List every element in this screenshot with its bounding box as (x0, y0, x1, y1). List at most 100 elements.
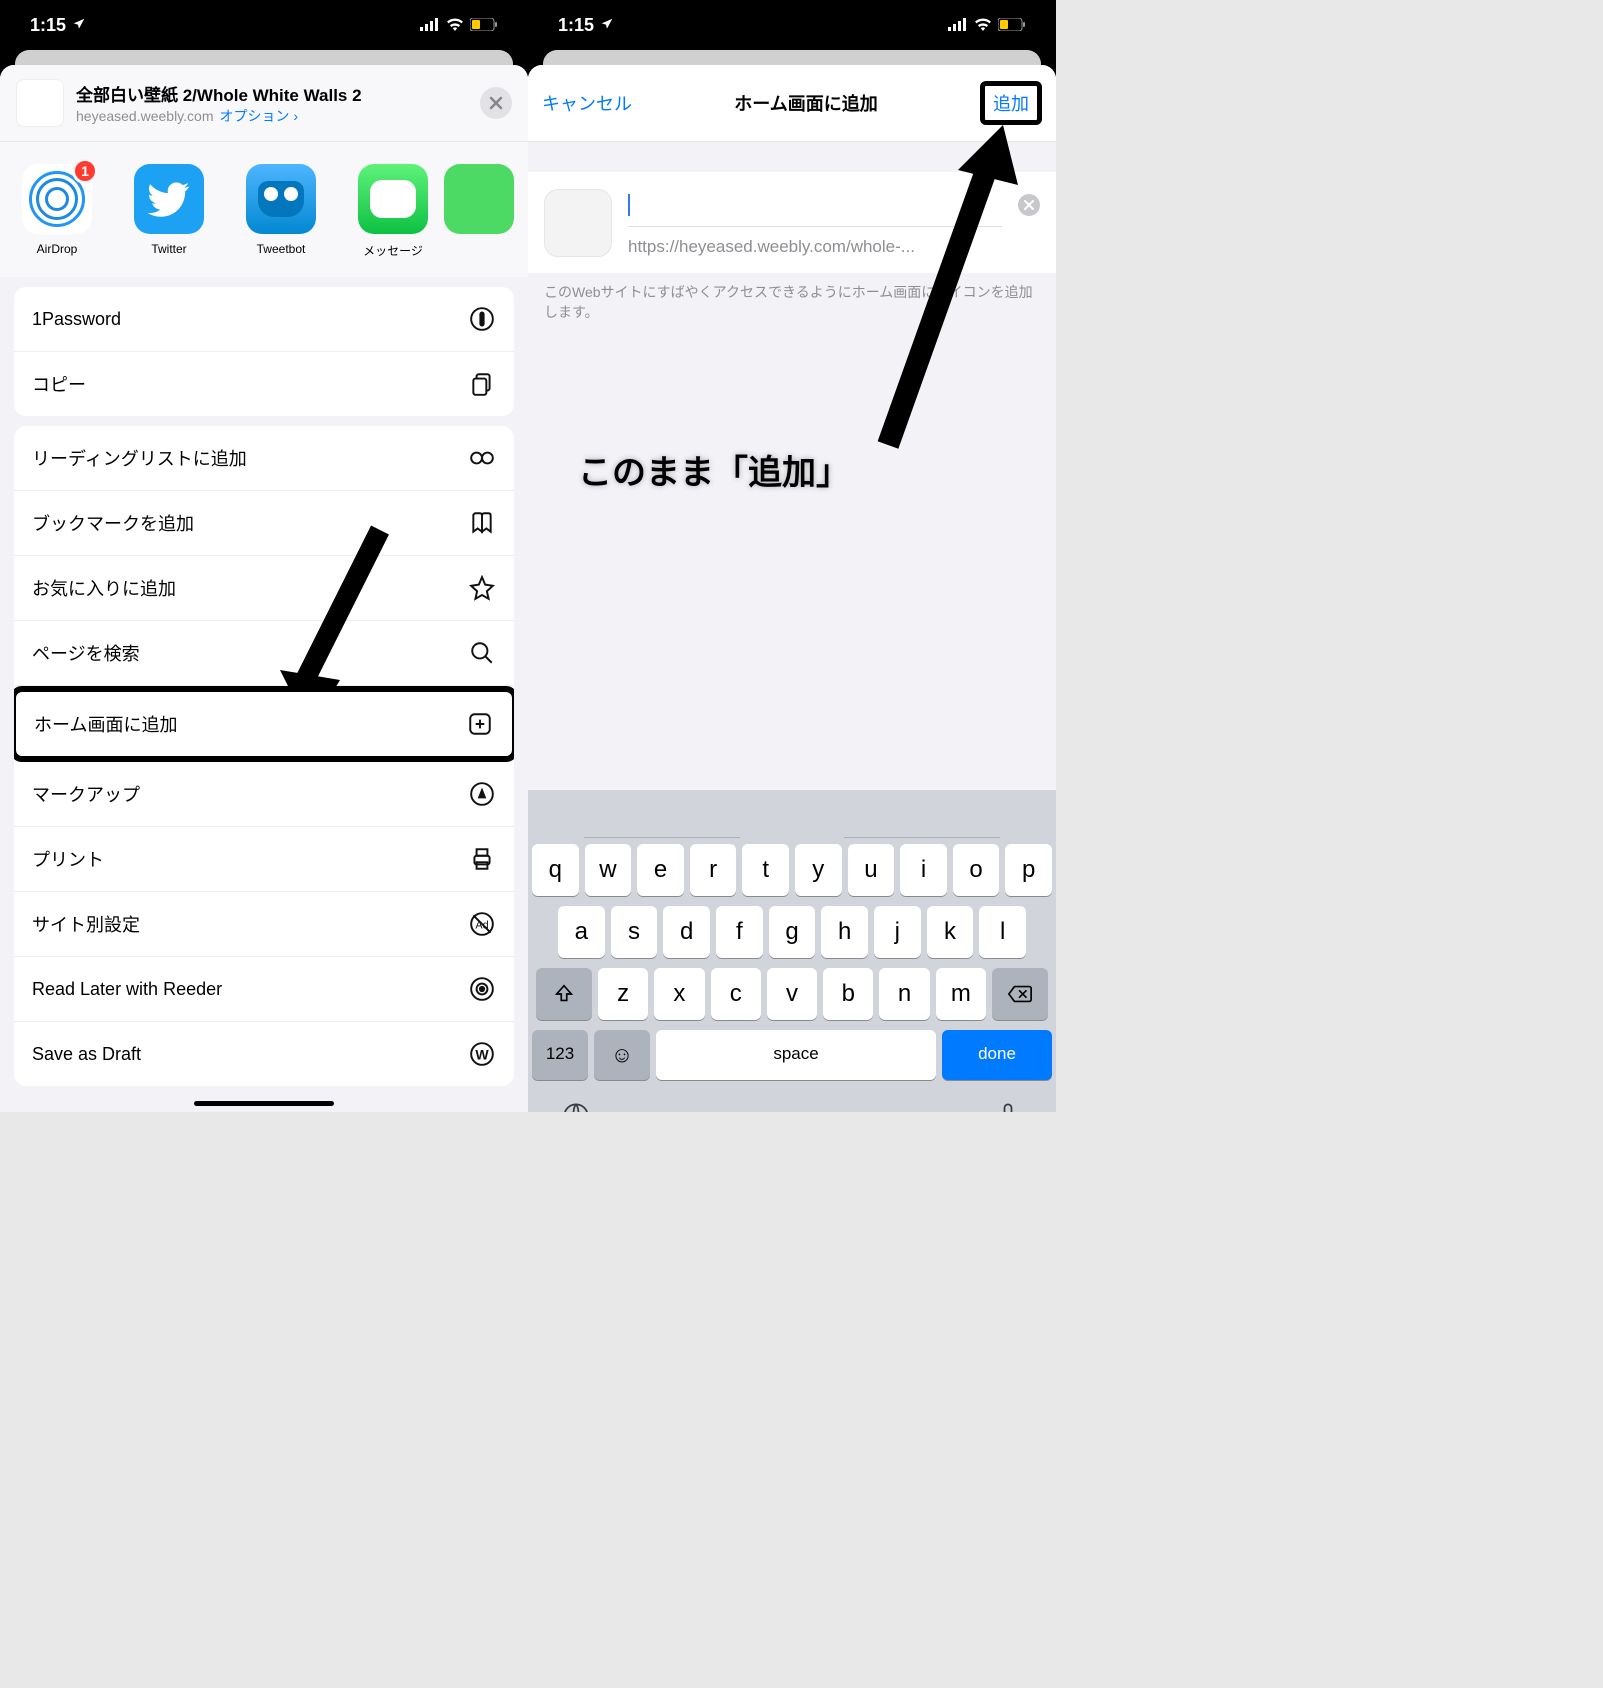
add-button[interactable]: 追加 (980, 81, 1042, 125)
share-options-link[interactable]: オプション › (219, 106, 298, 126)
key-r[interactable]: r (690, 844, 737, 896)
emoji-key[interactable]: ☺ (594, 1030, 650, 1080)
key-o[interactable]: o (953, 844, 1000, 896)
key-j[interactable]: j (874, 906, 921, 958)
share-subtitle: heyeased.weebly.com オプション › (76, 106, 480, 126)
wifi-icon (974, 15, 992, 36)
action-bookmark[interactable]: ブックマークを追加 (14, 491, 514, 556)
onepassword-icon (468, 305, 496, 333)
globe-key[interactable] (562, 1102, 590, 1112)
cellular-icon (948, 15, 968, 36)
key-v[interactable]: v (767, 968, 817, 1020)
action-read-later[interactable]: Read Later with Reeder (14, 957, 514, 1022)
action-find[interactable]: ページを検索 (14, 621, 514, 686)
key-y[interactable]: y (795, 844, 842, 896)
close-button[interactable] (480, 87, 512, 119)
action-add-to-home[interactable]: ホーム画面に追加 (14, 686, 514, 762)
app-peek[interactable] (444, 164, 464, 259)
key-q[interactable]: q (532, 844, 579, 896)
key-m[interactable]: m (936, 968, 986, 1020)
key-z[interactable]: z (598, 968, 648, 1020)
action-1password[interactable]: 1Password (14, 287, 514, 352)
markup-icon (468, 780, 496, 808)
key-k[interactable]: k (927, 906, 974, 958)
tweetbot-button[interactable]: Tweetbot (240, 164, 322, 259)
messages-label: メッセージ (352, 242, 434, 259)
action-label: Read Later with Reeder (32, 979, 222, 1000)
action-favorite[interactable]: お気に入りに追加 (14, 556, 514, 621)
settings-icon: Ad (468, 910, 496, 938)
action-save-draft[interactable]: Save as Draft W (14, 1022, 514, 1086)
status-bar: 1:15 (0, 0, 528, 45)
battery-icon (998, 15, 1026, 36)
cancel-button[interactable]: キャンセル (542, 90, 632, 116)
battery-icon (470, 15, 498, 36)
key-a[interactable]: a (558, 906, 605, 958)
svg-text:W: W (475, 1046, 489, 1062)
key-p[interactable]: p (1005, 844, 1052, 896)
share-apps-row: 1 AirDrop Twitter Tweetbot メッセージ (0, 142, 528, 277)
modal-title: ホーム画面に追加 (632, 90, 980, 116)
key-c[interactable]: c (711, 968, 761, 1020)
action-markup[interactable]: マークアップ (14, 762, 514, 827)
cellular-icon (420, 15, 440, 36)
status-time: 1:15 (558, 15, 594, 36)
add-home-sheet: キャンセル ホーム画面に追加 追加 https://heyeased.weebl… (528, 65, 1056, 1112)
app-peek-icon (444, 164, 514, 234)
twitter-label: Twitter (128, 242, 210, 256)
action-label: Save as Draft (32, 1044, 141, 1065)
key-t[interactable]: t (742, 844, 789, 896)
key-n[interactable]: n (879, 968, 929, 1020)
wifi-icon (446, 15, 464, 36)
action-label: ブックマークを追加 (32, 510, 194, 536)
key-h[interactable]: h (821, 906, 868, 958)
twitter-icon (134, 164, 204, 234)
key-w[interactable]: w (585, 844, 632, 896)
action-print[interactable]: プリント (14, 827, 514, 892)
key-b[interactable]: b (823, 968, 873, 1020)
key-d[interactable]: d (663, 906, 710, 958)
key-x[interactable]: x (654, 968, 704, 1020)
key-i[interactable]: i (900, 844, 947, 896)
key-g[interactable]: g (769, 906, 816, 958)
keyboard-row-4: 123 ☺ space done (532, 1030, 1052, 1080)
action-group-1: 1Password コピー (14, 287, 514, 416)
action-label: サイト別設定 (32, 911, 140, 937)
location-icon (72, 15, 86, 36)
print-icon (468, 845, 496, 873)
airdrop-badge: 1 (72, 158, 98, 184)
messages-button[interactable]: メッセージ (352, 164, 434, 259)
key-f[interactable]: f (716, 906, 763, 958)
space-key[interactable]: space (656, 1030, 936, 1080)
add-home-icon (466, 710, 494, 738)
shift-key[interactable] (536, 968, 592, 1020)
mic-key[interactable] (994, 1102, 1022, 1112)
key-l[interactable]: l (979, 906, 1026, 958)
search-icon (468, 639, 496, 667)
done-key[interactable]: done (942, 1030, 1052, 1080)
airdrop-label: AirDrop (16, 242, 98, 256)
tweetbot-label: Tweetbot (240, 242, 322, 256)
share-domain: heyeased.weebly.com (76, 108, 213, 124)
airdrop-button[interactable]: 1 AirDrop (16, 164, 98, 259)
action-site-settings[interactable]: サイト別設定 Ad (14, 892, 514, 957)
copy-icon (468, 370, 496, 398)
twitter-button[interactable]: Twitter (128, 164, 210, 259)
keyboard-row-1: qwertyuiop (532, 844, 1052, 896)
action-label: プリント (32, 846, 104, 872)
location-icon (600, 15, 614, 36)
action-copy[interactable]: コピー (14, 352, 514, 416)
action-label: ページを検索 (32, 640, 140, 666)
key-s[interactable]: s (611, 906, 658, 958)
reading-list-icon (468, 444, 496, 472)
star-icon (468, 574, 496, 602)
action-label: コピー (32, 371, 86, 397)
key-e[interactable]: e (637, 844, 684, 896)
action-reading-list[interactable]: リーディングリストに追加 (14, 426, 514, 491)
numbers-key[interactable]: 123 (532, 1030, 588, 1080)
key-u[interactable]: u (848, 844, 895, 896)
annotation-arrow-right (858, 125, 1038, 455)
backspace-key[interactable] (992, 968, 1048, 1020)
action-group-2: リーディングリストに追加 ブックマークを追加 お気に入りに追加 ページを検索 ホ… (14, 426, 514, 1086)
wordpress-icon: W (468, 1040, 496, 1068)
